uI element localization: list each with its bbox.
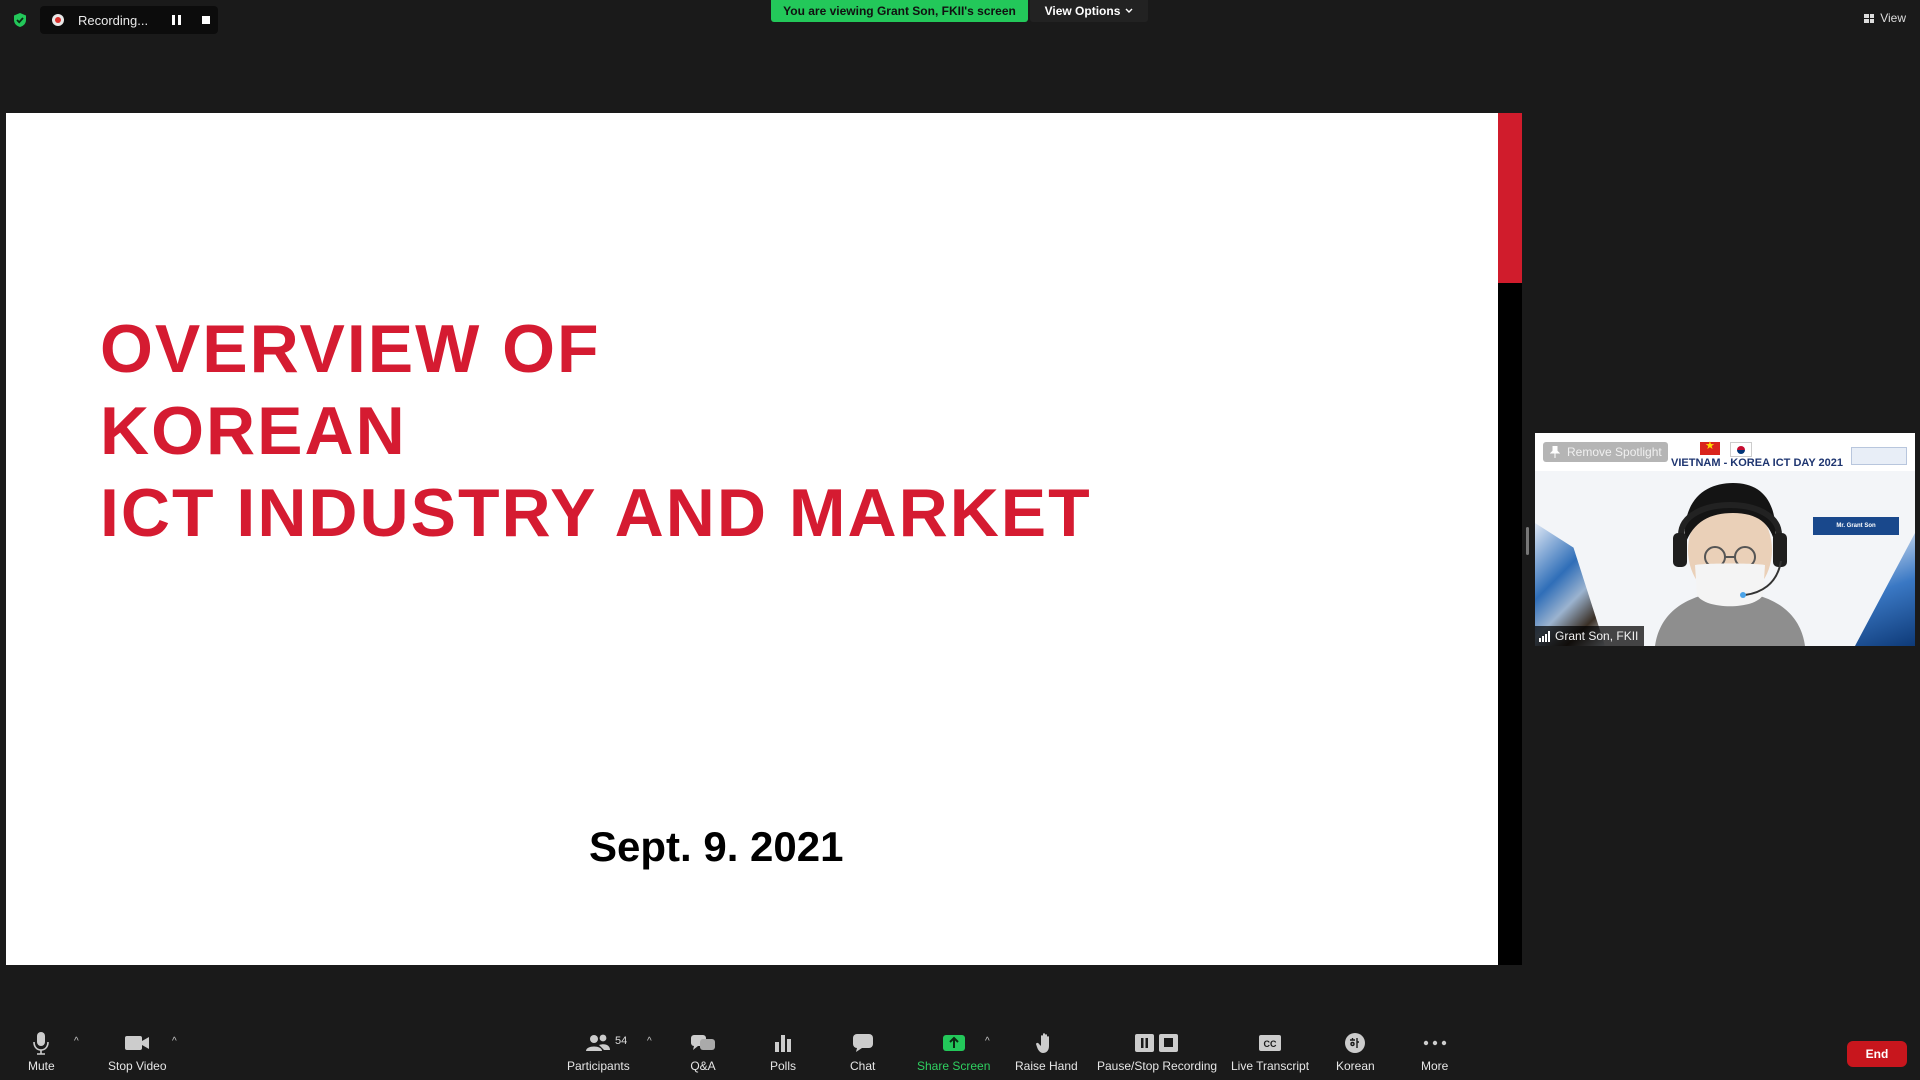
slide-title-line: OVERVIEW OF [100, 311, 601, 387]
participant-name: Grant Son, FKII [1555, 629, 1639, 643]
pause-recording-icon[interactable] [172, 15, 182, 25]
view-label: View [1880, 11, 1906, 25]
audio-options-caret-icon[interactable]: ^ [74, 1036, 79, 1047]
closed-caption-icon: CC [1259, 1035, 1282, 1051]
live-transcript-button[interactable]: CC Live Transcript [1231, 1030, 1309, 1073]
recording-indicator: Recording... [40, 6, 218, 34]
participants-label: Participants [567, 1059, 630, 1073]
slide-title-line: ICT INDUSTRY AND MARKET [100, 475, 1092, 551]
chevron-down-icon [1125, 8, 1133, 13]
raise-hand-button[interactable]: Raise Hand [1015, 1030, 1078, 1073]
raise-hand-label: Raise Hand [1015, 1059, 1078, 1073]
event-title: VIETNAM - KOREA ICT DAY 2021 [1671, 457, 1843, 469]
slide-title-line: KOREAN [100, 393, 407, 469]
korean-language-button[interactable]: Korean [1336, 1030, 1375, 1073]
slide-scrollbar-thumb[interactable] [1498, 113, 1522, 283]
svg-text:CC: CC [1264, 1039, 1277, 1049]
korea-flag-icon [1730, 442, 1752, 457]
chat-label: Chat [850, 1059, 876, 1073]
slide-title: OVERVIEW OF KOREAN ICT INDUSTRY AND MARK… [100, 308, 1092, 554]
korean-label: Korean [1336, 1059, 1375, 1073]
video-options-caret-icon[interactable]: ^ [172, 1036, 177, 1047]
mute-label: Mute [28, 1059, 55, 1073]
participants-count: 54 [615, 1035, 628, 1047]
share-screen-button[interactable]: Share Screen [917, 1030, 990, 1073]
more-button[interactable]: More [1421, 1030, 1448, 1073]
stop-video-label: Stop Video [108, 1059, 167, 1073]
signal-strength-icon [1539, 630, 1550, 642]
chat-icon [852, 1034, 873, 1052]
stop-video-button[interactable]: Stop Video [108, 1030, 167, 1073]
language-interpretation-icon [1345, 1033, 1366, 1053]
polls-label: Polls [770, 1059, 797, 1073]
participant-name-tag: Grant Son, FKII [1535, 626, 1645, 646]
raise-hand-icon [1036, 1033, 1050, 1053]
security-shield-icon[interactable] [12, 12, 28, 28]
live-transcript-label: Live Transcript [1231, 1059, 1310, 1073]
view-button[interactable]: View [1864, 11, 1906, 25]
vietnam-flag-icon [1700, 439, 1720, 455]
polls-icon [775, 1035, 791, 1052]
pause-stop-recording-button[interactable]: Pause/Stop Recording [1097, 1030, 1217, 1073]
grid-view-icon [1864, 13, 1875, 23]
participants-caret-icon[interactable]: ^ [647, 1036, 652, 1047]
polls-button[interactable]: Polls [770, 1030, 796, 1073]
microphone-icon [33, 1032, 50, 1055]
chat-button[interactable]: Chat [850, 1030, 875, 1073]
pin-icon [1550, 446, 1560, 458]
end-meeting-button[interactable]: End [1847, 1041, 1907, 1067]
qa-label: Q&A [690, 1059, 716, 1073]
participant-video-thumbnail[interactable]: VIETNAM - KOREA ICT DAY 2021 Mr. Grant S… [1535, 433, 1915, 646]
qa-button[interactable]: Q&A [690, 1030, 716, 1073]
speaker-name-tag: Mr. Grant Son [1813, 517, 1899, 535]
remove-spotlight-label: Remove Spotlight [1567, 445, 1662, 459]
speaker-video-image [1655, 483, 1805, 646]
recording-dot-icon [52, 14, 64, 26]
more-dots-icon [1423, 1040, 1446, 1046]
participants-icon [586, 1034, 611, 1051]
video-camera-icon [125, 1036, 150, 1050]
background-decoration [1855, 533, 1915, 646]
qa-icon [691, 1035, 715, 1050]
share-options-caret-icon[interactable]: ^ [985, 1036, 990, 1047]
pause-stop-recording-label: Pause/Stop Recording [1097, 1059, 1218, 1073]
view-options-button[interactable]: View Options [1030, 0, 1148, 22]
recording-label: Recording... [78, 12, 149, 28]
share-screen-icon [942, 1035, 965, 1051]
organizer-logo [1851, 447, 1907, 465]
more-label: More [1421, 1059, 1449, 1073]
shared-screen-slide: OVERVIEW OF KOREAN ICT INDUSTRY AND MARK… [6, 113, 1498, 965]
pause-stop-recording-icon [1135, 1034, 1179, 1052]
thumbnail-resize-handle[interactable] [1526, 527, 1529, 555]
stop-recording-icon[interactable] [202, 16, 210, 24]
mute-button[interactable]: Mute [28, 1030, 55, 1073]
view-options-label: View Options [1044, 4, 1121, 18]
viewing-screen-banner: You are viewing Grant Son, FKII's screen [771, 0, 1028, 22]
slide-date: Sept. 9. 2021 [589, 823, 844, 870]
remove-spotlight-button[interactable]: Remove Spotlight [1543, 442, 1668, 462]
share-screen-label: Share Screen [917, 1059, 991, 1073]
